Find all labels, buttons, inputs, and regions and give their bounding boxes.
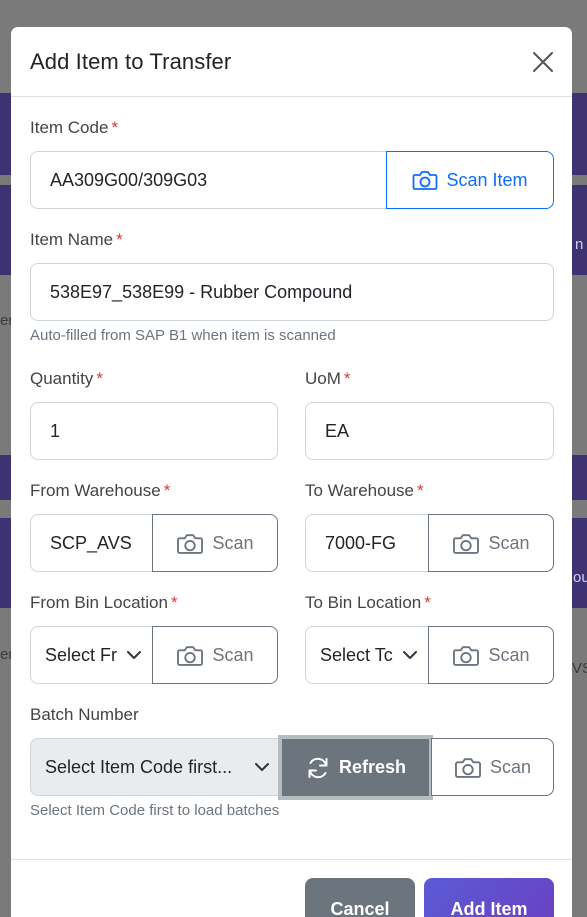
modal-header: Add Item to Transfer <box>11 27 572 97</box>
batch-selected: Select Item Code first... <box>45 756 233 777</box>
close-icon <box>532 51 554 73</box>
from-bin-select[interactable]: Select Fr <box>30 626 154 684</box>
add-item-button[interactable]: Add Item <box>424 878 554 917</box>
backdrop-top <box>0 0 587 27</box>
add-item-modal: Add Item to Transfer Item Code * AA309G00… <box>11 27 572 917</box>
to-bin-scan-button[interactable]: Scan <box>428 626 554 684</box>
modal-title: Add Item to Transfer <box>30 48 232 74</box>
chevron-down-icon <box>403 650 417 660</box>
backdrop-edge-text: VS <box>572 660 587 677</box>
modal-footer: Cancel Add Item <box>11 859 572 917</box>
batch-number-select[interactable]: Select Item Code first... <box>30 738 282 796</box>
scan-label: Scan <box>488 532 530 553</box>
required-mark: * <box>111 118 119 137</box>
required-mark: * <box>170 593 178 612</box>
scan-label: Scan <box>488 644 530 665</box>
item-name-label: Item Name * <box>30 230 123 249</box>
to-warehouse-input[interactable]: 7000-FG <box>305 514 430 572</box>
refresh-icon <box>305 755 331 781</box>
to-warehouse-label: To Warehouse * <box>305 481 424 500</box>
required-mark: * <box>343 369 351 388</box>
from-warehouse-scan-button[interactable]: Scan <box>152 514 278 572</box>
item-name-input[interactable]: 538E97_538E99 - Rubber Compound <box>30 263 554 321</box>
quantity-label: Quantity * <box>30 369 103 388</box>
from-warehouse-input[interactable]: SCP_AVS <box>30 514 154 572</box>
quantity-input[interactable]: 1 <box>30 402 278 460</box>
from-bin-scan-button[interactable]: Scan <box>152 626 278 684</box>
item-name-hint: Auto-filled from SAP B1 when item is sca… <box>30 327 336 344</box>
chevron-down-icon <box>255 762 269 772</box>
to-bin-label: To Bin Location * <box>305 593 431 612</box>
batch-hint: Select Item Code first to load batches <box>30 802 280 819</box>
required-mark: * <box>424 593 431 612</box>
uom-input[interactable]: EA <box>305 402 554 460</box>
required-mark: * <box>163 481 171 500</box>
camera-icon <box>176 532 204 555</box>
chevron-down-icon <box>127 650 141 660</box>
item-code-input[interactable]: AA309G00/309G03 <box>30 151 388 209</box>
scan-label: Scan <box>489 756 532 777</box>
scan-item-label: Scan Item <box>446 169 528 190</box>
to-bin-select[interactable]: Select Tc <box>305 626 430 684</box>
backdrop-edge-text: n <box>575 236 584 253</box>
uom-label: UoM * <box>305 369 351 388</box>
from-bin-selected: Select Fr <box>45 644 118 665</box>
refresh-batches-button[interactable]: Refresh <box>278 735 433 800</box>
close-button[interactable] <box>528 47 558 77</box>
camera-icon <box>454 756 482 779</box>
required-mark: * <box>416 481 424 500</box>
camera-icon <box>176 644 204 667</box>
batch-number-label: Batch Number <box>30 705 139 724</box>
camera-icon <box>452 644 480 667</box>
scan-label: Scan <box>212 532 254 553</box>
from-bin-label: From Bin Location * <box>30 593 178 612</box>
backdrop-edge-text: ou <box>573 569 587 586</box>
required-mark: * <box>116 230 123 249</box>
scan-item-button[interactable]: Scan Item <box>386 151 554 209</box>
batch-scan-button[interactable]: Scan <box>431 738 554 796</box>
from-warehouse-label: From Warehouse * <box>30 481 171 500</box>
cancel-button[interactable]: Cancel <box>305 878 415 917</box>
to-bin-selected: Select Tc <box>320 644 393 665</box>
scan-label: Scan <box>212 644 254 665</box>
to-warehouse-scan-button[interactable]: Scan <box>428 514 554 572</box>
required-mark: * <box>96 369 103 388</box>
camera-icon <box>412 169 438 191</box>
item-code-label: Item Code * <box>30 118 119 137</box>
refresh-label: Refresh <box>338 757 407 777</box>
camera-icon <box>452 532 480 555</box>
